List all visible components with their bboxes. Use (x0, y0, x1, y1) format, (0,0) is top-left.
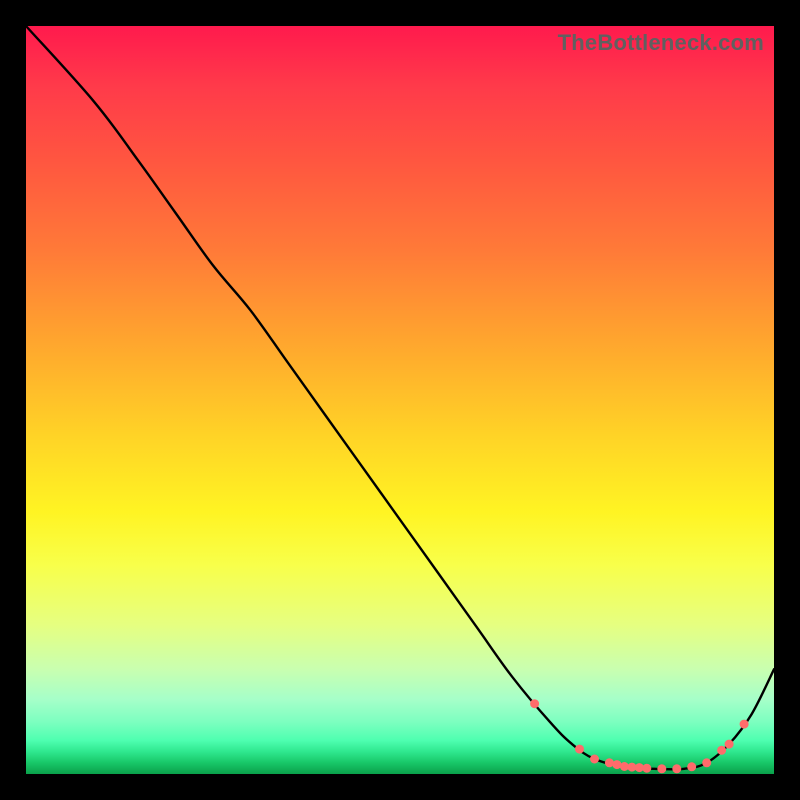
curve-marker (717, 746, 726, 755)
curve-marker (642, 764, 651, 773)
curve-marker (575, 745, 584, 754)
plot-area: TheBottleneck.com (26, 26, 774, 774)
curve-marker (725, 740, 734, 749)
curve-marker (530, 699, 539, 708)
curve-marker (657, 764, 666, 773)
curve-marker (687, 762, 696, 771)
curve-marker (612, 760, 621, 769)
curve-marker (740, 720, 749, 729)
chart-frame: TheBottleneck.com (0, 0, 800, 800)
bottleneck-curve (26, 26, 774, 769)
curve-layer (26, 26, 774, 774)
curve-marker (672, 764, 681, 773)
curve-marker (590, 755, 599, 764)
curve-marker (702, 758, 711, 767)
curve-marker (605, 758, 614, 767)
